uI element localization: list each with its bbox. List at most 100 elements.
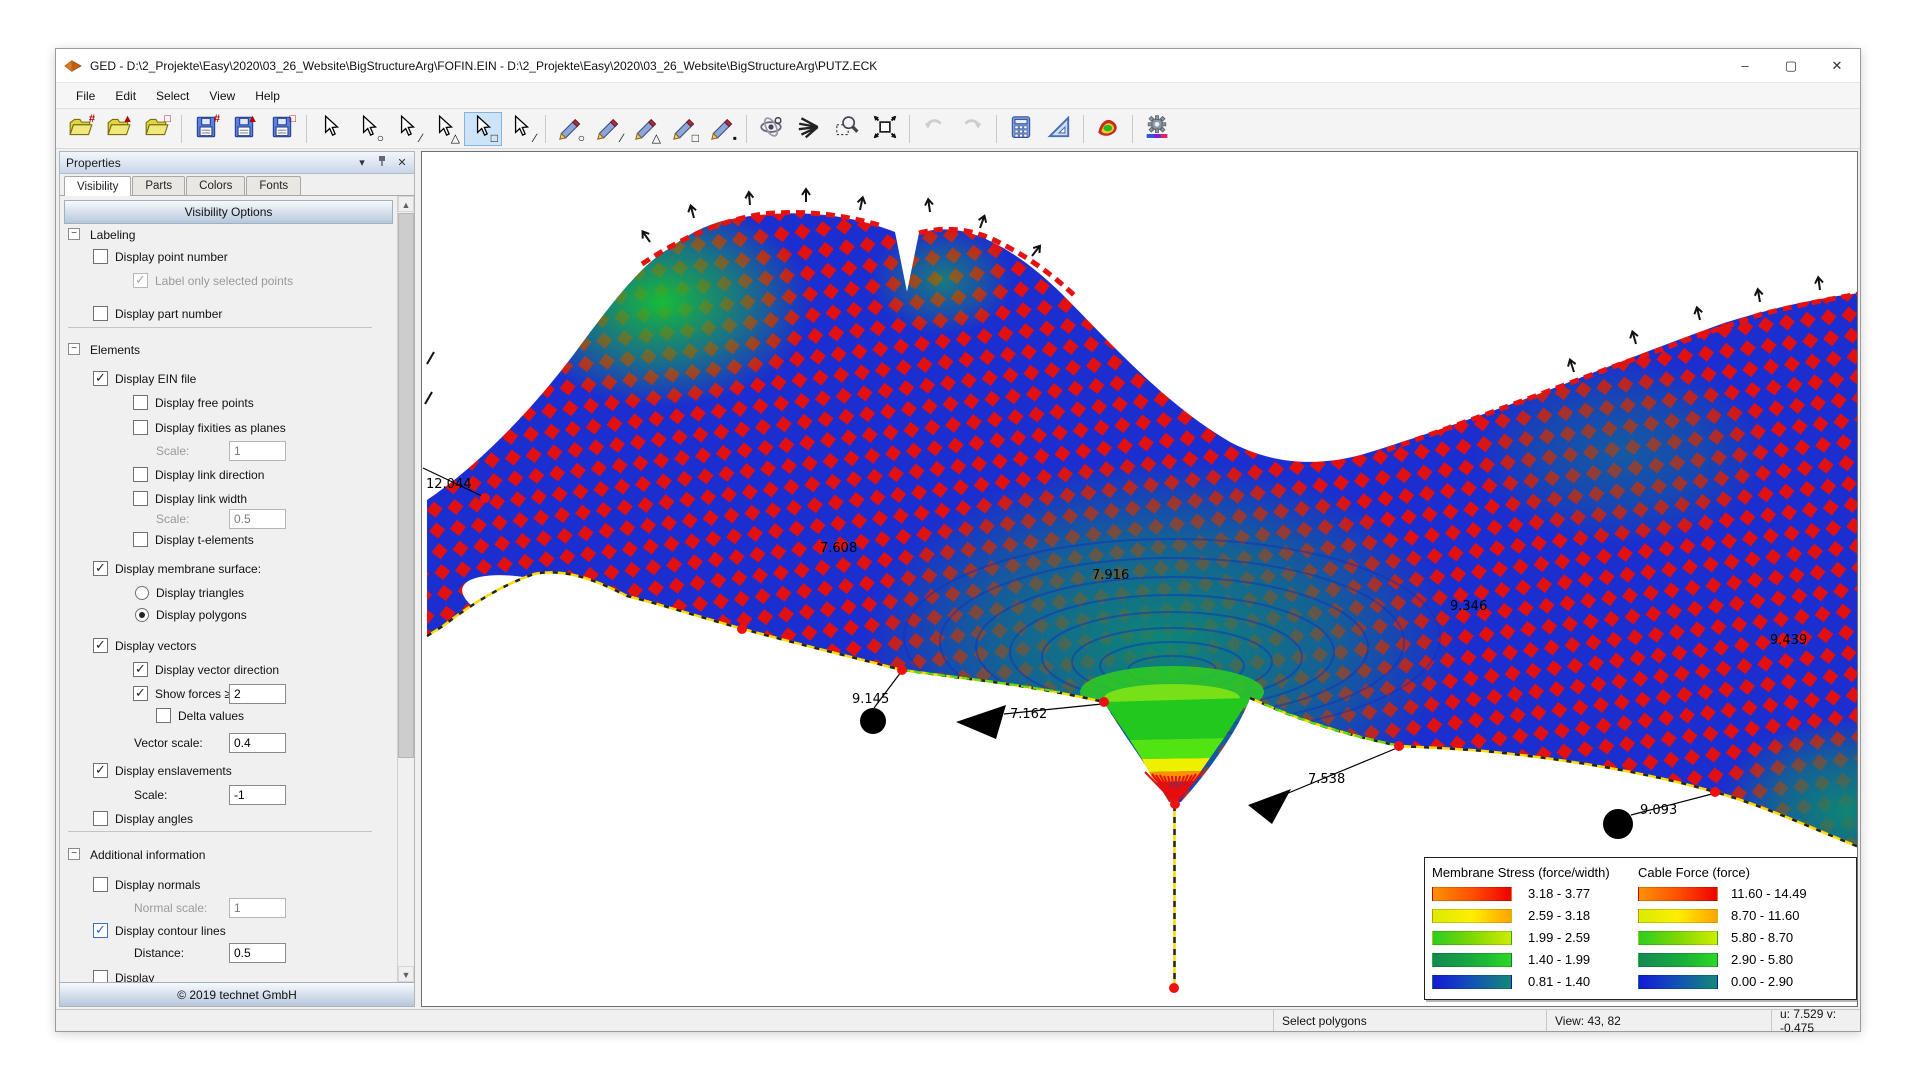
draw-triangles-button[interactable]: △ [627, 112, 665, 146]
scroll-up-icon[interactable]: ▲ [398, 196, 414, 212]
orbit-view-button[interactable] [752, 112, 790, 146]
menu-select[interactable]: Select [146, 85, 199, 107]
row-display-link-width: Display link width [60, 489, 397, 511]
sq-modifier-icon: □ [164, 114, 171, 125]
cursor-icon [508, 114, 534, 143]
save-file-hash-button[interactable]: # [187, 112, 225, 146]
input-scale[interactable] [229, 785, 286, 805]
tab-fonts[interactable]: Fonts [246, 176, 301, 195]
menu-view[interactable]: View [199, 85, 245, 107]
draw-points-button[interactable]: ○ [551, 112, 589, 146]
checkbox-display-free-points[interactable] [133, 395, 148, 410]
menu-help[interactable]: Help [245, 85, 290, 107]
checkbox-display-part-number[interactable] [93, 306, 108, 321]
tab-colors[interactable]: Colors [186, 176, 245, 195]
collapse-icon[interactable]: − [68, 343, 80, 355]
close-icon[interactable]: ✕ [395, 156, 409, 169]
checkbox-label-only-selected-points [133, 273, 148, 288]
checkbox-display-enslavements[interactable] [93, 763, 108, 778]
legend-range: 2.90 - 5.80 [1731, 952, 1793, 967]
measure-button[interactable] [1040, 112, 1078, 146]
calculator-button[interactable] [1002, 112, 1040, 146]
radio-display-triangles[interactable] [135, 586, 149, 600]
select-polygons-button[interactable]: □ [464, 112, 502, 146]
checkbox-display-t-elements[interactable] [133, 532, 148, 547]
checkbox-display-angles[interactable] [93, 811, 108, 826]
checkbox-display-ein-file[interactable] [93, 371, 108, 386]
row-scale: Scale: [60, 509, 397, 531]
minimize-button[interactable]: – [1722, 49, 1768, 82]
group-label: Elements [90, 343, 140, 357]
hash-modifier-icon: # [214, 114, 220, 125]
tab-visibility[interactable]: Visibility [64, 176, 131, 196]
select-points-button[interactable]: ○ [350, 112, 388, 146]
label-display-normals: Display normals [115, 878, 200, 892]
legend-color-bar [1432, 931, 1512, 945]
open-file-square-button[interactable]: □ [138, 112, 176, 146]
checkbox-display-normals[interactable] [93, 877, 108, 892]
redo-icon [959, 114, 985, 143]
membrane-stress-view-button[interactable] [1089, 112, 1127, 146]
select-cursor-button[interactable] [312, 112, 350, 146]
draw-polygons-button[interactable]: □ [665, 112, 703, 146]
checkbox-delta-values[interactable] [156, 708, 171, 723]
input-normal-scale[interactable] [229, 898, 286, 918]
scroll-down-icon[interactable]: ▼ [398, 966, 414, 982]
open-file-hash-button[interactable]: # [62, 112, 100, 146]
maximize-button[interactable]: ▢ [1768, 49, 1814, 82]
legend-range: 2.59 - 3.18 [1528, 908, 1590, 923]
legend-range: 11.60 - 14.49 [1731, 886, 1807, 901]
checkbox-display-fixities-as-planes[interactable] [133, 420, 148, 435]
save-file-square-button[interactable]: □ [263, 112, 301, 146]
select-edit-button[interactable]: ∕ [502, 112, 540, 146]
input-show-forces[interactable] [229, 684, 286, 704]
checkbox-display[interactable] [93, 970, 108, 982]
menu-file[interactable]: File [66, 85, 105, 107]
checkbox-display-point-number[interactable] [93, 249, 108, 264]
zoom-rays-button[interactable] [790, 112, 828, 146]
checkbox-show-forces[interactable] [133, 686, 148, 701]
properties-panel: Properties ▾ ✕ VisibilityPartsColorsFont… [59, 151, 415, 1007]
input-scale[interactable] [229, 441, 286, 461]
zoom-window-button[interactable] [828, 112, 866, 146]
menu-edit[interactable]: Edit [105, 85, 146, 107]
panel-footer: © 2019 technet GmbH [60, 982, 414, 1006]
scrollbar-thumb[interactable] [398, 213, 414, 758]
checkbox-display-link-width[interactable] [133, 491, 148, 506]
chevron-down-icon[interactable]: ▾ [355, 156, 369, 169]
radio-display-polygons[interactable] [135, 608, 149, 622]
force-label: 7.916 [1092, 568, 1129, 583]
line-modifier-icon: ∕ [621, 133, 623, 144]
pin-icon[interactable] [375, 155, 389, 170]
close-button[interactable]: ✕ [1814, 49, 1860, 82]
save-file-triangle-button[interactable]: ▲ [225, 112, 263, 146]
tab-parts[interactable]: Parts [132, 176, 185, 195]
model-viewport[interactable]: 12.0447.6087.9169.3469.4399.1457.1627.53… [421, 151, 1858, 1007]
select-links-button[interactable]: ∕ [388, 112, 426, 146]
input-scale[interactable] [229, 509, 286, 529]
toolbar-separator [1132, 115, 1133, 143]
panel-scrollbar[interactable]: ▲ ▼ [397, 196, 414, 982]
tri-modifier-icon: ▲ [122, 114, 133, 125]
force-label: 9.439 [1770, 633, 1807, 648]
collapse-icon[interactable]: − [68, 228, 80, 240]
draw-links-button[interactable]: ∕ [589, 112, 627, 146]
checkbox-display-vectors[interactable] [93, 638, 108, 653]
input-distance[interactable] [229, 943, 286, 963]
checkbox-display-contour-lines[interactable] [93, 923, 108, 938]
select-triangles-button[interactable]: △ [426, 112, 464, 146]
checkbox-display-membrane-surface[interactable] [93, 561, 108, 576]
checkbox-display-vector-direction[interactable] [133, 662, 148, 677]
row-display-normals: Display normals [60, 875, 397, 897]
open-file-triangle-button[interactable]: ▲ [100, 112, 138, 146]
zoom-fit-button[interactable] [866, 112, 904, 146]
label-label-only-selected-points: Label only selected points [155, 274, 293, 288]
pen-modifier-icon: ∕ [534, 133, 536, 144]
force-label: 7.162 [1010, 707, 1047, 722]
render-settings-button[interactable] [1138, 112, 1176, 146]
draw-point-mode-button[interactable]: ▪ [703, 112, 741, 146]
input-vector-scale[interactable] [229, 733, 286, 753]
checkbox-display-link-direction[interactable] [133, 467, 148, 482]
force-label: 9.093 [1640, 803, 1677, 818]
collapse-icon[interactable]: − [68, 848, 80, 860]
